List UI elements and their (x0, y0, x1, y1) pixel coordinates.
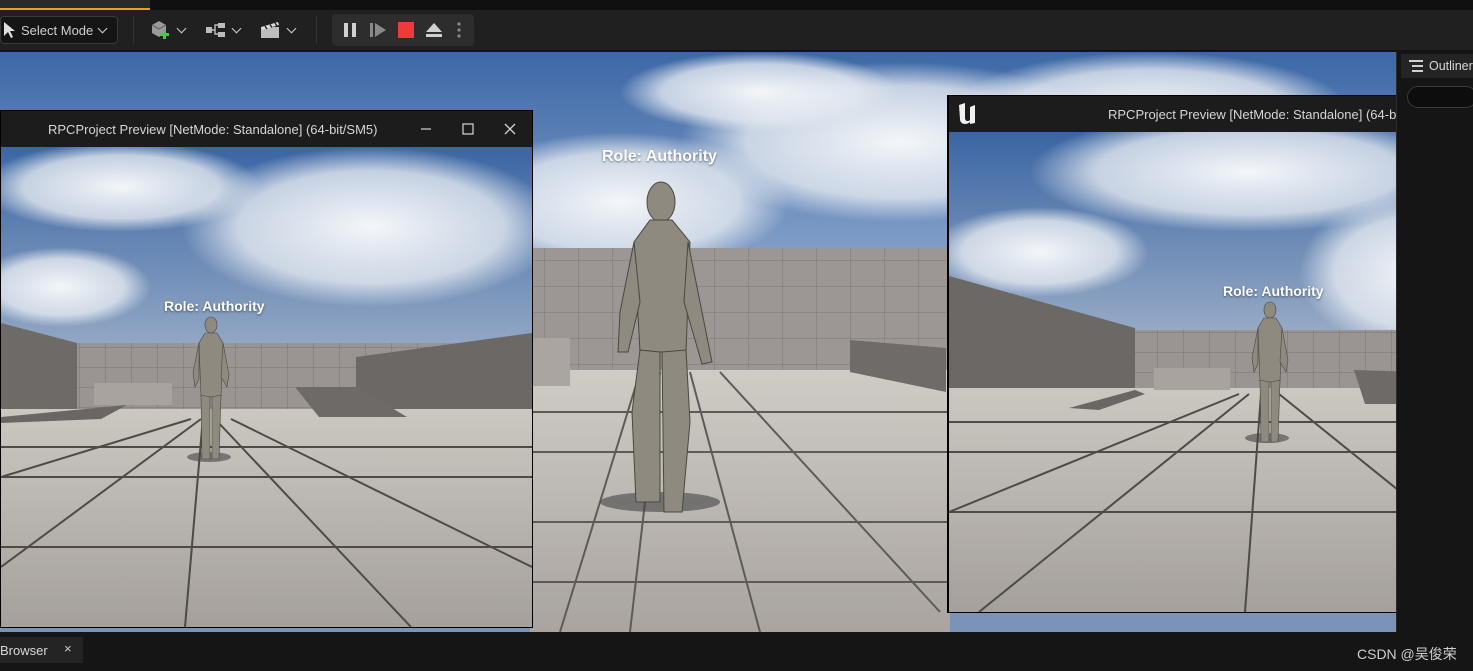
cinematics-icon (261, 22, 279, 38)
cinematics-button[interactable] (260, 16, 297, 44)
close-icon[interactable]: × (64, 641, 72, 656)
chevron-down-icon (176, 23, 187, 33)
outliner-tab-label: Outliner (1429, 59, 1473, 73)
outliner-tab[interactable]: Outliner (1401, 54, 1473, 78)
add-actor-icon (151, 21, 169, 39)
main-toolbar: Select Mode (0, 10, 1473, 51)
stop-icon (398, 22, 414, 38)
blueprint-icon (206, 23, 225, 37)
select-mode-button[interactable]: Select Mode (0, 16, 118, 44)
pause-icon (344, 23, 356, 37)
role-label: Role: Authority (164, 298, 265, 314)
stop-button[interactable] (392, 14, 420, 46)
more-options-button[interactable] (448, 14, 470, 46)
chevron-down-icon (97, 23, 108, 33)
watermark-text: CSDN @吴俊荣 (1357, 646, 1457, 662)
left-game-scene (1, 147, 532, 627)
unreal-logo-icon (959, 103, 975, 124)
minimize-icon[interactable] (420, 123, 432, 135)
bottom-panel-bar: Browser × CSDN @吴俊荣 (0, 632, 1473, 671)
toolbar-divider (316, 16, 317, 44)
toolbar-divider (133, 16, 134, 44)
left-game-window[interactable]: RPCProject Preview [NetMode: Standalone]… (0, 110, 533, 628)
close-icon[interactable] (504, 123, 516, 135)
outliner-search-input[interactable] (1407, 86, 1473, 108)
content-browser-tab[interactable]: Browser × (0, 637, 83, 663)
right-game-viewport[interactable]: Role: Authority (949, 132, 1472, 612)
blueprint-button[interactable] (205, 16, 242, 44)
left-game-viewport[interactable]: Role: Authority (1, 147, 532, 627)
pause-button[interactable] (336, 14, 364, 46)
level-tab[interactable] (0, 0, 150, 10)
select-arrow-icon (4, 22, 15, 38)
right-window-titlebar[interactable]: RPCProject Preview [NetMode: Standalone]… (949, 96, 1472, 132)
role-label: Role: Authority (602, 148, 717, 165)
maximize-icon[interactable] (462, 123, 474, 135)
window-title: RPCProject Preview [NetMode: Standalone]… (1108, 107, 1438, 122)
add-actor-button[interactable] (150, 16, 187, 44)
chevron-down-icon (286, 23, 297, 33)
select-mode-label: Select Mode (21, 22, 94, 38)
eject-button[interactable] (420, 14, 448, 46)
step-button[interactable] (364, 14, 392, 46)
more-icon (457, 22, 461, 38)
play-controls (332, 14, 474, 46)
eject-icon (426, 23, 442, 37)
top-tab-strip (0, 0, 1473, 10)
outliner-panel: Outliner (1396, 52, 1473, 632)
browser-tab-label: Browser (0, 642, 48, 658)
right-game-scene (949, 132, 1472, 612)
role-label: Role: Authority (1223, 283, 1324, 299)
window-title: RPCProject Preview [NetMode: Standalone]… (48, 122, 378, 137)
chevron-down-icon (231, 23, 242, 33)
step-icon (370, 23, 386, 37)
right-game-window[interactable]: RPCProject Preview [NetMode: Standalone]… (947, 95, 1473, 613)
outliner-list-icon (1409, 60, 1423, 72)
left-window-titlebar[interactable]: RPCProject Preview [NetMode: Standalone]… (1, 111, 532, 147)
